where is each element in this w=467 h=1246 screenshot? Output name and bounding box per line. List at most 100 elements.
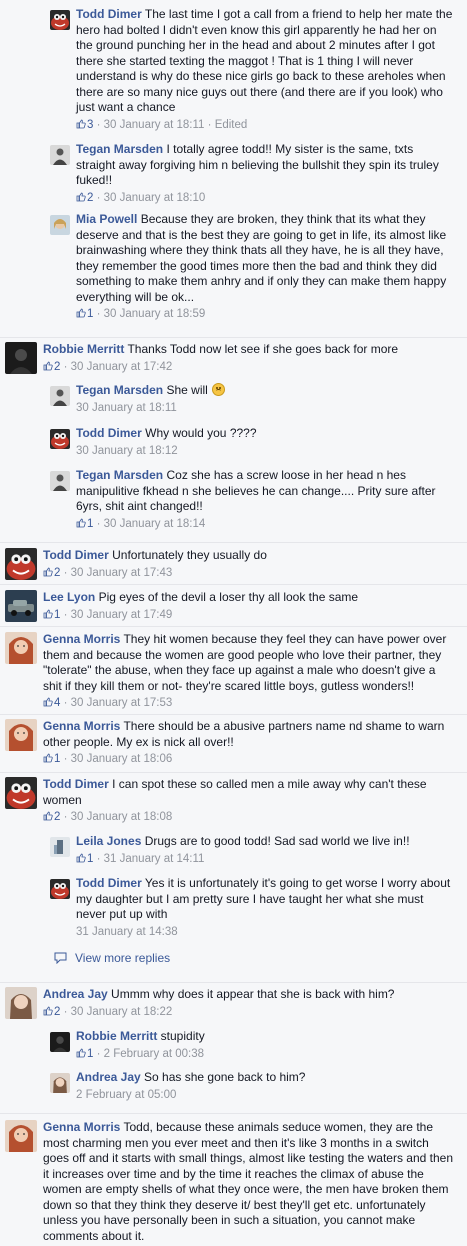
avatar[interactable] [50, 386, 70, 406]
comment-divider [0, 542, 467, 543]
comment-text-line: Genna Morris They hit women because they… [43, 632, 455, 694]
comment-timestamp[interactable]: 30 January at 18:22 [71, 1006, 173, 1018]
author-name-link[interactable]: Tegan Marsden [76, 142, 163, 156]
separator: · [60, 360, 71, 373]
like-icon[interactable] [43, 811, 53, 821]
like-icon[interactable] [76, 518, 86, 528]
avatar[interactable] [5, 777, 37, 809]
comment-text-line: Andrea Jay So has she gone back to him? [76, 1070, 455, 1086]
comment-timestamp[interactable]: 30 January at 17:42 [71, 361, 173, 373]
author-name-link[interactable]: Genna Morris [43, 1120, 120, 1134]
author-name-link[interactable]: Todd Dimer [76, 7, 142, 21]
comment-meta: 3 · 30 January at 18:11 · Edited [76, 118, 455, 134]
avatar[interactable] [50, 879, 70, 899]
author-name-link[interactable]: Lee Lyon [43, 590, 95, 604]
author-name-link[interactable]: Mia Powell [76, 212, 137, 226]
avatar[interactable] [5, 342, 37, 374]
comment-timestamp[interactable]: 30 January at 18:08 [71, 811, 173, 823]
like-icon[interactable] [43, 567, 53, 577]
avatar[interactable] [50, 837, 70, 857]
like-icon[interactable] [43, 609, 53, 619]
comment-timestamp[interactable]: 30 January at 17:49 [71, 609, 173, 621]
comment-body: Todd Dimer Unfortunately they usually do… [43, 548, 455, 581]
comment-text-line: Andrea Jay Ummm why does it appear that … [43, 987, 455, 1003]
avatar[interactable] [5, 719, 37, 751]
author-name-link[interactable]: Andrea Jay [43, 987, 108, 1001]
comment-timestamp[interactable]: 31 January at 14:38 [76, 926, 178, 938]
comment-text-line: Todd Dimer The last time I got a call fr… [76, 7, 455, 116]
author-name-link[interactable]: Andrea Jay [76, 1070, 141, 1084]
like-icon[interactable] [43, 697, 53, 707]
avatar[interactable] [50, 215, 70, 235]
comment-timestamp[interactable]: 2 February at 05:00 [76, 1089, 176, 1101]
like-icon[interactable] [76, 119, 86, 129]
comment-meta: 4 · 30 January at 17:53 [43, 696, 455, 712]
comment-timestamp[interactable]: 2 February at 00:38 [104, 1048, 204, 1060]
comment-text-line: Genna Morris There should be a abusive p… [43, 719, 455, 750]
comment-meta: 2 · 30 January at 18:10 [76, 191, 455, 207]
author-name-link[interactable]: Genna Morris [43, 632, 120, 646]
author-name-link[interactable]: Robbie Merritt [76, 1029, 157, 1043]
author-name-link[interactable]: Leila Jones [76, 834, 141, 848]
comment-timestamp[interactable]: 30 January at 18:14 [104, 518, 206, 530]
like-icon[interactable] [76, 1048, 86, 1058]
avatar[interactable] [5, 987, 37, 1019]
comment-timestamp[interactable]: 30 January at 18:10 [104, 192, 206, 204]
author-name-link[interactable]: Todd Dimer [76, 876, 142, 890]
comment-body: Lee Lyon Pig eyes of the devil a loser t… [43, 590, 455, 623]
comment-text: She will [163, 383, 208, 397]
author-name-link[interactable]: Genna Morris [43, 719, 120, 733]
like-icon[interactable] [76, 308, 86, 318]
separator: · [60, 1005, 71, 1018]
like-icon[interactable] [43, 1006, 53, 1016]
like-icon[interactable] [43, 361, 53, 371]
view-more-replies-label[interactable]: View more replies [75, 951, 170, 965]
view-more-replies-link[interactable]: View more replies [54, 951, 170, 967]
comment-timestamp[interactable]: 30 January at 18:11 [104, 119, 205, 131]
comment-feed: Todd Dimer The last time I got a call fr… [0, 0, 467, 1246]
comment-body: Genna Morris They hit women because they… [43, 632, 455, 712]
avatar[interactable] [50, 10, 70, 30]
separator: · [204, 118, 215, 131]
avatar[interactable] [5, 590, 37, 622]
comment-meta: 1 · 30 January at 17:49 [43, 608, 455, 624]
avatar[interactable] [50, 429, 70, 449]
comment-text-line: Tegan Marsden I totally agree todd!! My … [76, 142, 455, 189]
author-name-link[interactable]: Todd Dimer [76, 426, 142, 440]
comment-divider [0, 584, 467, 585]
comment-body: Todd Dimer The last time I got a call fr… [76, 7, 455, 133]
author-name-link[interactable]: Todd Dimer [43, 777, 109, 791]
author-name-link[interactable]: Tegan Marsden [76, 468, 163, 482]
avatar[interactable] [50, 471, 70, 491]
comment-body: Robbie Merritt Thanks Todd now let see i… [43, 342, 455, 375]
like-icon[interactable] [43, 753, 53, 763]
author-name-link[interactable]: Tegan Marsden [76, 383, 163, 397]
comment-timestamp[interactable]: 30 January at 18:12 [76, 445, 178, 457]
avatar[interactable] [50, 1032, 70, 1052]
comment-timestamp[interactable]: 30 January at 18:11 [76, 402, 177, 414]
comment-text-line: Todd Dimer Why would you ???? [76, 426, 455, 442]
comment-timestamp[interactable]: 30 January at 18:06 [71, 753, 173, 765]
separator: · [60, 608, 71, 621]
comment-timestamp[interactable]: 31 January at 14:11 [104, 853, 205, 865]
comment-timestamp[interactable]: 30 January at 18:59 [104, 308, 206, 320]
author-name-link[interactable]: Todd Dimer [43, 548, 109, 562]
like-icon[interactable] [76, 853, 86, 863]
comment-text: stupidity [157, 1029, 205, 1043]
avatar[interactable] [5, 1120, 37, 1152]
avatar[interactable] [5, 632, 37, 664]
comment-timestamp[interactable]: 30 January at 17:43 [71, 567, 173, 579]
comment-body: Tegan Marsden I totally agree todd!! My … [76, 142, 455, 206]
comment-text-line: Genna Morris Todd, because these animals… [43, 1120, 455, 1244]
avatar[interactable] [50, 145, 70, 165]
comment-text-line: Leila Jones Drugs are to good todd! Sad … [76, 834, 455, 850]
separator: · [93, 118, 104, 131]
avatar[interactable] [50, 1073, 70, 1093]
comment-meta: 2 · 30 January at 18:08 [43, 810, 455, 826]
comment-text-line: Robbie Merritt Thanks Todd now let see i… [43, 342, 455, 358]
like-icon[interactable] [76, 192, 86, 202]
edited-label[interactable]: Edited [215, 119, 248, 131]
author-name-link[interactable]: Robbie Merritt [43, 342, 124, 356]
avatar[interactable] [5, 548, 37, 580]
comment-timestamp[interactable]: 30 January at 17:53 [71, 697, 173, 709]
